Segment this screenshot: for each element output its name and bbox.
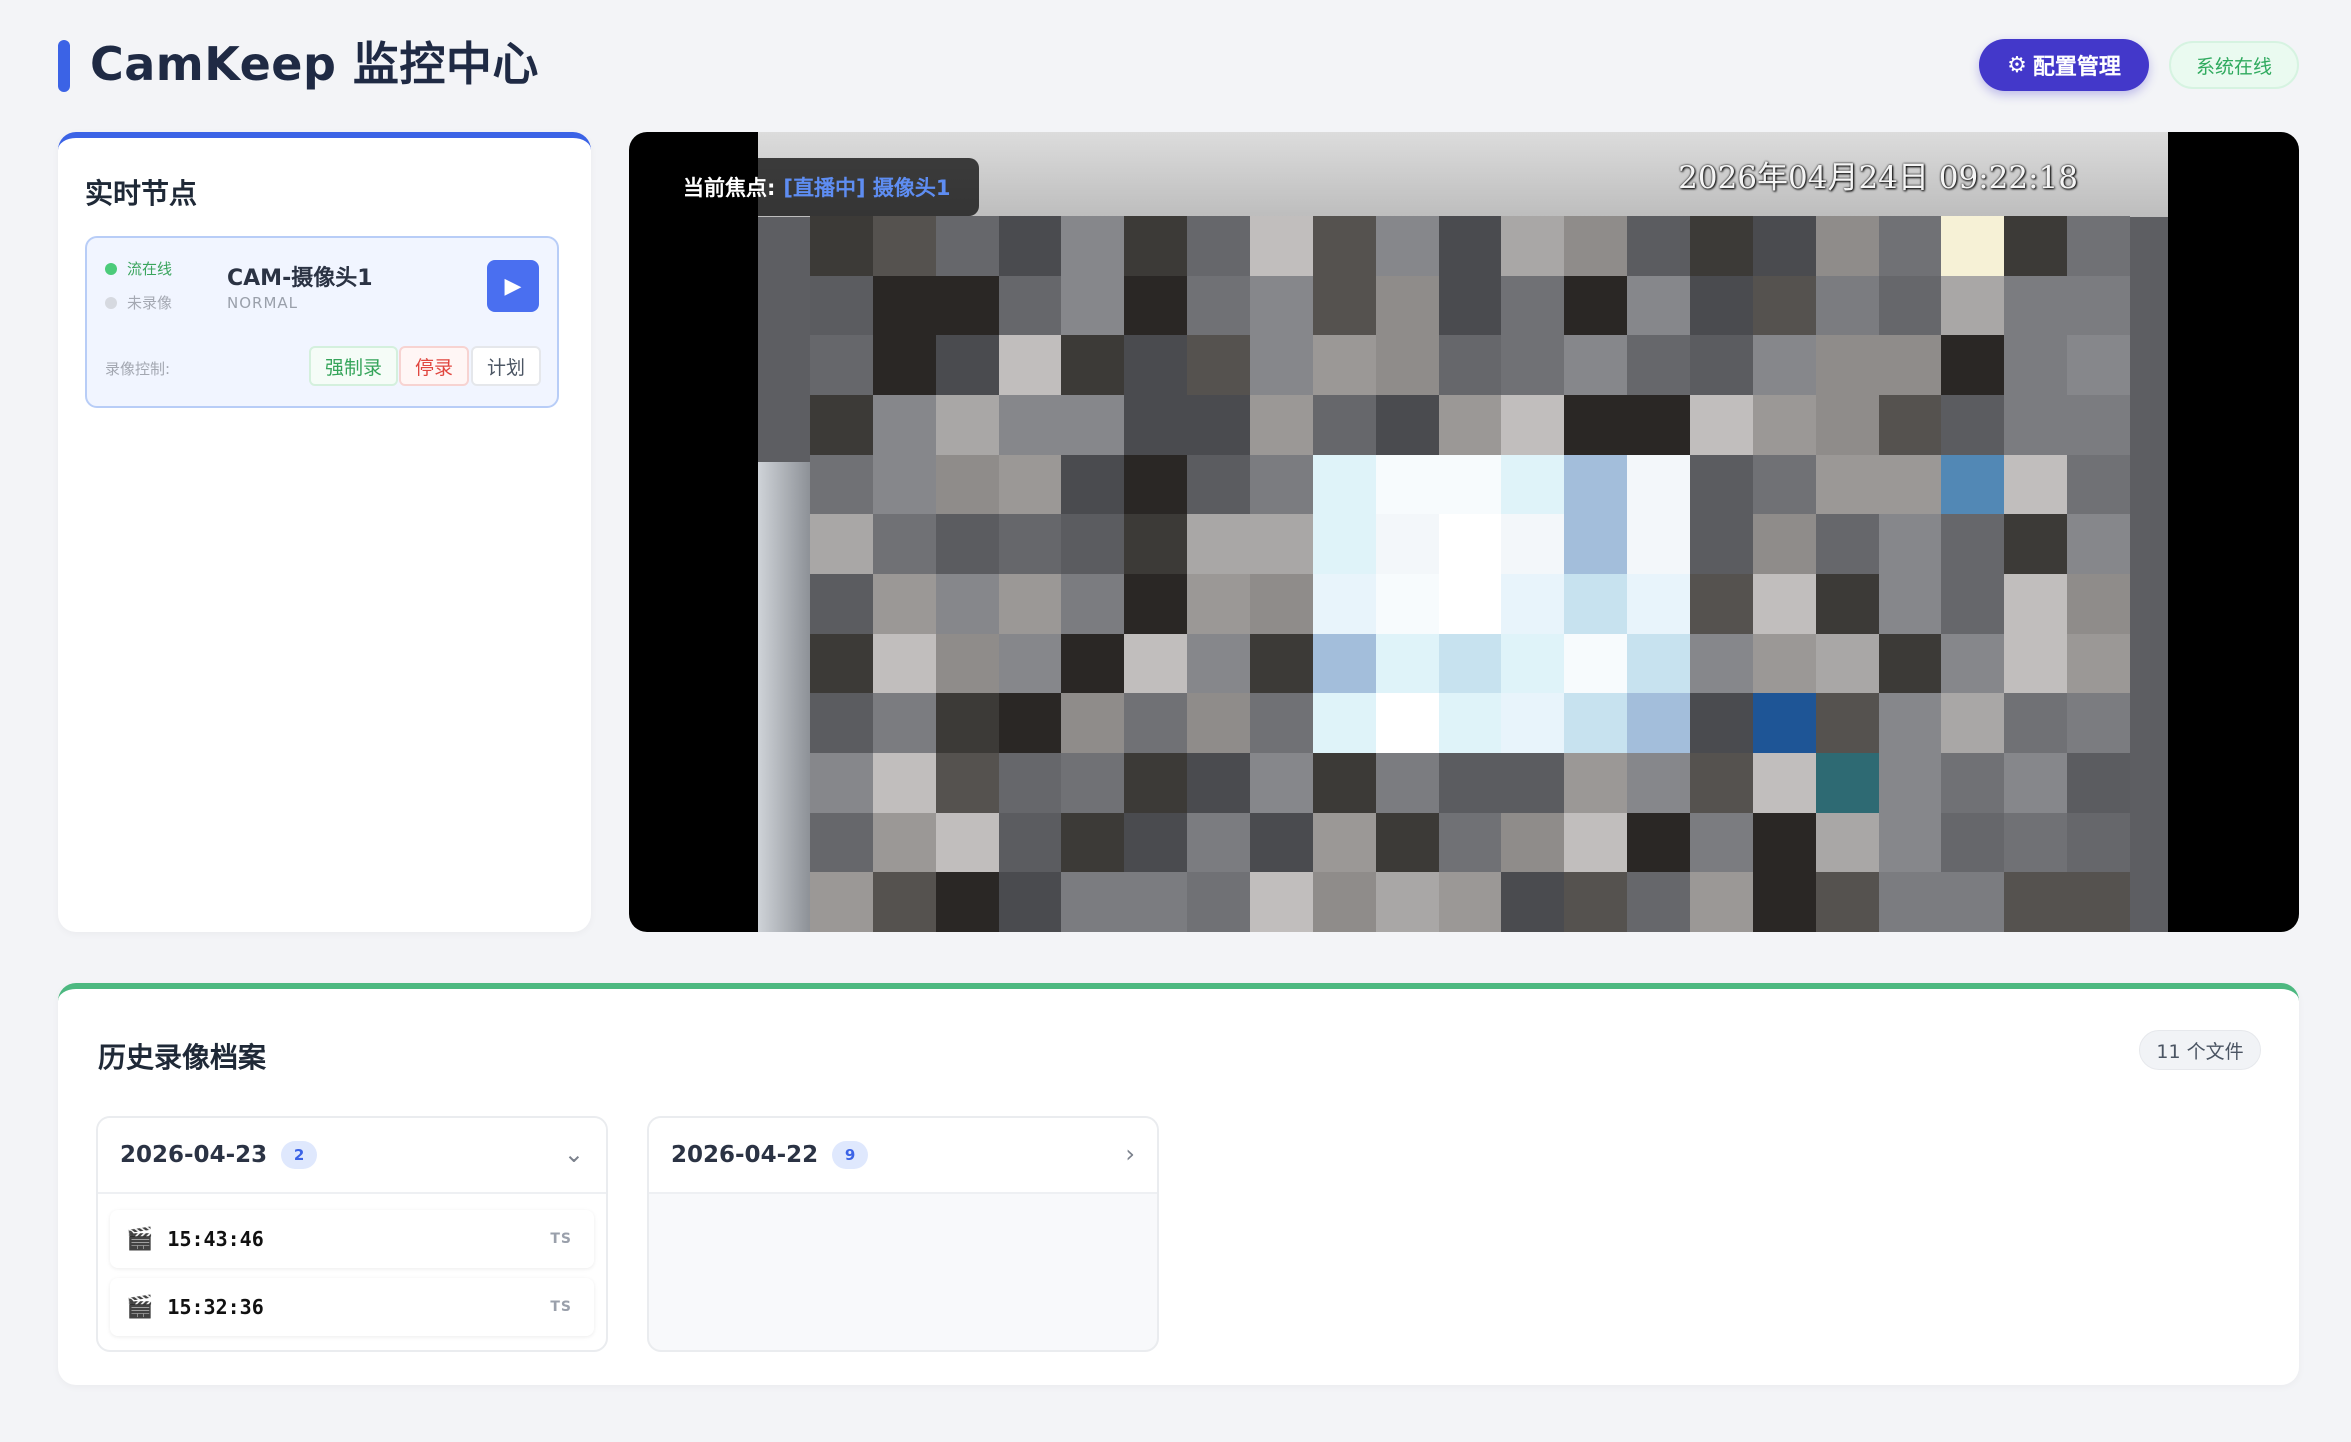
camera-card[interactable]: 流在线 未录像 CAM-摄像头1 NORMAL ▶ 录像控制: 强制录 停录 计… [85,236,559,408]
video-frame: 2026年04月24日 09:22:18 [758,132,2168,932]
pixelated-video-content [810,216,2130,932]
chevron-right-icon: › [1125,1140,1135,1168]
record-control-label: 录像控制: [105,360,171,378]
recording-file-item[interactable]: 🎬 15:43:46 TS [110,1210,594,1268]
stream-online-dot [105,262,117,275]
date-group: 2026-04-23 2 ⌄ 🎬 15:43:46 TS 🎬 15:32:36 … [96,1116,608,1352]
group-count-badge: 9 [832,1141,869,1169]
stop-record-button[interactable]: 停录 [399,346,470,386]
system-status-badge: 系统在线 [2169,41,2299,89]
config-button-label: 配置管理 [2032,55,2121,80]
clapper-icon: 🎬 [126,1294,154,1320]
gear-icon: ⚙ [2007,52,2027,78]
record-status-label: 未录像 [127,294,173,312]
force-record-button[interactable]: 强制录 [309,346,399,386]
video-timestamp: 2026年04月24日 09:22:18 [1678,160,2078,196]
focus-label: 当前焦点: [683,176,776,200]
focus-value: [直播中] 摄像头1 [783,176,951,200]
record-status: 未录像 [105,292,172,313]
file-type: TS [550,1231,572,1247]
play-icon: ▶ [504,273,522,298]
group-count-badge: 2 [281,1141,318,1169]
date-group-header[interactable]: 2026-04-23 2 ⌄ [98,1118,606,1194]
stream-status-label: 流在线 [127,260,173,278]
camera-name: CAM-摄像头1 [227,266,373,291]
live-nodes-title: 实时节点 [85,177,198,210]
file-count-badge: 11 个文件 [2139,1030,2261,1070]
focus-badge: 当前焦点: [直播中] 摄像头1 [655,158,979,216]
stream-status: 流在线 [105,258,172,279]
clapper-icon: 🎬 [126,1226,154,1252]
record-status-dot [105,296,117,309]
camera-mode: NORMAL [227,294,299,312]
history-title: 历史录像档案 [98,1041,267,1074]
video-player[interactable]: 2026年04月24日 09:22:18 当前焦点: [直播中] 摄像头1 [629,132,2299,932]
schedule-button[interactable]: 计划 [471,346,542,386]
chevron-down-icon: ⌄ [563,1140,584,1168]
title-accent-bar [58,40,70,92]
history-panel: 历史录像档案 11 个文件 2026-04-23 2 ⌄ 🎬 15:43:46 … [58,983,2299,1385]
group-date: 2026-04-23 [120,1142,268,1168]
recording-file-item[interactable]: 🎬 15:32:36 TS [110,1278,594,1336]
config-button[interactable]: ⚙ 配置管理 [1979,39,2149,91]
video-window-area [758,462,810,932]
file-time: 15:43:46 [167,1227,264,1251]
live-nodes-panel: 实时节点 流在线 未录像 CAM-摄像头1 NORMAL ▶ 录像控制: 强制录… [58,132,591,932]
file-type: TS [550,1299,572,1315]
date-group: 2026-04-22 9 › [647,1116,1159,1352]
play-button[interactable]: ▶ [487,260,539,312]
date-group-header[interactable]: 2026-04-22 9 › [649,1118,1157,1194]
group-date: 2026-04-22 [671,1142,819,1168]
file-time: 15:32:36 [167,1295,264,1319]
page-title: CamKeep 监控中心 [90,37,539,91]
header: CamKeep 监控中心 ⚙ 配置管理 系统在线 [58,36,2299,92]
